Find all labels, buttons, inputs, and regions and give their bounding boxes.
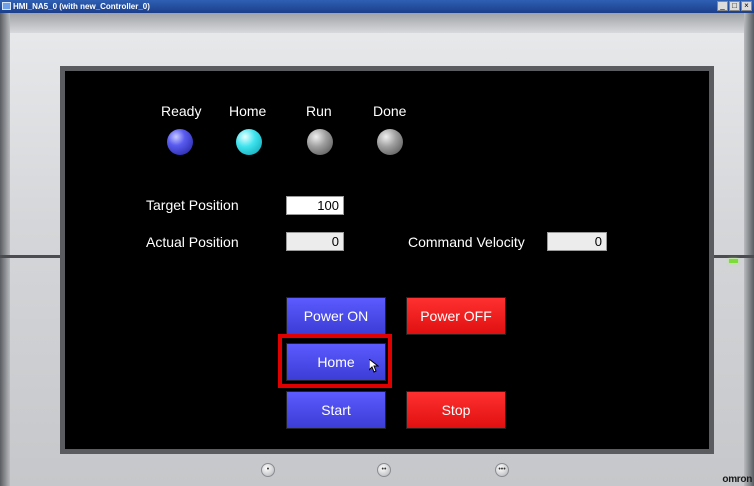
- actual-position-display: 0: [286, 232, 344, 251]
- minimize-button[interactable]: _: [717, 1, 728, 11]
- mouse-pointer-icon: [369, 359, 379, 373]
- bezel-right-edge: [744, 13, 754, 486]
- lamp-label-home: Home: [229, 103, 267, 119]
- power-on-button[interactable]: Power ON: [286, 297, 386, 335]
- start-button[interactable]: Start: [286, 391, 386, 429]
- bezel-left-edge: [0, 13, 10, 486]
- lamp-label-ready: Ready: [161, 103, 202, 119]
- home-lamp: [236, 129, 262, 155]
- actual-position-label: Actual Position: [146, 234, 239, 250]
- side-slot-left: [0, 255, 60, 258]
- function-key-1[interactable]: •: [261, 463, 275, 477]
- function-key-3[interactable]: •••: [495, 463, 509, 477]
- done-lamp: [377, 129, 403, 155]
- function-key-2[interactable]: ••: [377, 463, 391, 477]
- lamp-label-done: Done: [373, 103, 407, 119]
- bezel-top-shade: [0, 13, 754, 33]
- status-led: [729, 259, 738, 263]
- target-position-input[interactable]: 100: [286, 196, 344, 215]
- power-off-button[interactable]: Power OFF: [406, 297, 506, 335]
- command-velocity-label: Command Velocity: [408, 234, 525, 250]
- close-button[interactable]: ×: [741, 1, 752, 11]
- ready-lamp: [167, 129, 193, 155]
- app-icon: [2, 2, 11, 10]
- stop-button[interactable]: Stop: [406, 391, 506, 429]
- maximize-button[interactable]: □: [729, 1, 740, 11]
- run-lamp: [307, 129, 333, 155]
- lamp-label-run: Run: [306, 103, 332, 119]
- brand-logo: omron: [722, 474, 752, 485]
- command-velocity-display: 0: [547, 232, 607, 251]
- target-position-label: Target Position: [146, 197, 239, 213]
- hmi-screen: [65, 71, 709, 449]
- window-title: HMI_NA5_0 (with new_Controller_0): [13, 2, 150, 11]
- window-title-bar: HMI_NA5_0 (with new_Controller_0) _ □ ×: [0, 0, 754, 13]
